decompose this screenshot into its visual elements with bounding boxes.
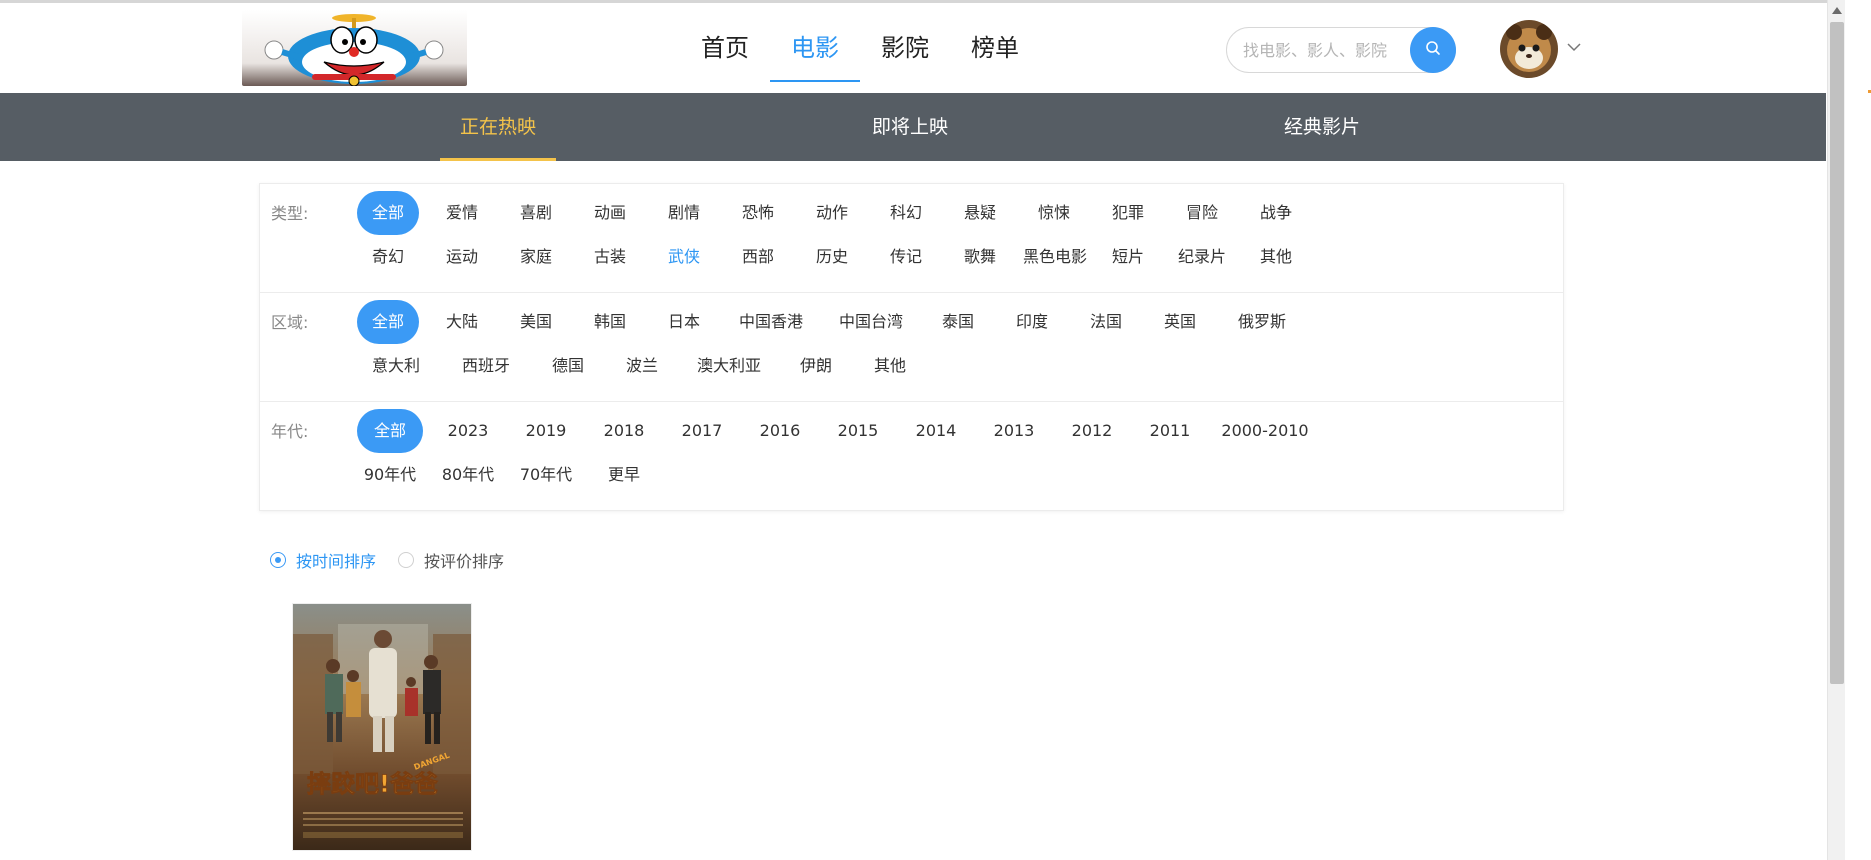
user-avatar[interactable]: [1500, 20, 1558, 78]
filter-tag-type[interactable]: 动作: [801, 191, 863, 235]
radio-unchecked-icon: [398, 552, 415, 568]
radio-checked-icon: [270, 552, 286, 568]
filter-tag-type[interactable]: 歌舞: [949, 235, 1011, 279]
filter-tag-region[interactable]: 西班牙: [447, 344, 525, 388]
filter-row-type: 类型: 全部 爱情 喜剧 动画 剧情 恐怖 动作 科幻 悬疑 惊悚 犯罪 冒险 战争奇幻 运动 家庭 古装 武侠…: [260, 184, 1563, 293]
filter-tag-type[interactable]: 西部: [727, 235, 789, 279]
filter-tag-region[interactable]: 德国: [537, 344, 599, 388]
nav-movies[interactable]: 电影: [770, 3, 860, 93]
filter-tag-type[interactable]: 武侠: [653, 235, 715, 279]
filter-tag-type[interactable]: 悬疑: [949, 191, 1011, 235]
filter-tag-year[interactable]: 2019: [513, 409, 579, 453]
filter-tag-region[interactable]: 意大利: [357, 344, 435, 388]
filter-tag-region[interactable]: 大陆: [431, 300, 493, 344]
nav-cinemas[interactable]: 影院: [860, 3, 950, 93]
filter-tag-type[interactable]: 动画: [579, 191, 641, 235]
filter-tag-region[interactable]: 韩国: [579, 300, 641, 344]
filter-tag-region[interactable]: 其他: [859, 344, 921, 388]
filter-tag-year[interactable]: 2014: [903, 409, 969, 453]
sort-options: 按时间排序 按评价排序: [270, 548, 526, 572]
filter-tag-year[interactable]: 80年代: [435, 453, 501, 497]
filter-tag-region[interactable]: 中国香港: [727, 300, 815, 344]
search-icon: [1425, 40, 1441, 60]
search-box: [1226, 27, 1456, 73]
search-input[interactable]: [1243, 28, 1403, 72]
poster-title: 摔跤吧!爸爸: [307, 770, 438, 798]
filter-label-type: 类型:: [271, 204, 309, 223]
filter-tag-year[interactable]: 2018: [591, 409, 657, 453]
filter-tag-region[interactable]: 伊朗: [785, 344, 847, 388]
page-scrollbar[interactable]: [1827, 0, 1845, 860]
filter-tag-year[interactable]: 70年代: [513, 453, 579, 497]
filter-tag-type[interactable]: 全部: [357, 191, 419, 235]
filter-tag-type[interactable]: 战争: [1245, 191, 1307, 235]
site-header: 首页 电影 影院 榜单: [0, 3, 1827, 93]
main-nav: 首页 电影 影院 榜单: [680, 3, 1040, 93]
filter-tag-year[interactable]: 90年代: [357, 453, 423, 497]
filter-tag-type[interactable]: 历史: [801, 235, 863, 279]
filter-row-region: 区域: 全部 大陆 美国 韩国 日本 中国香港 中国台湾 泰国 印度 法国 英国 俄罗斯意大利 西班牙德…: [260, 293, 1563, 402]
filter-tag-type[interactable]: 运动: [431, 235, 493, 279]
filter-tag-region[interactable]: 波兰: [611, 344, 673, 388]
scrollbar-thumb[interactable]: [1830, 22, 1844, 684]
filter-tag-type[interactable]: 喜剧: [505, 191, 567, 235]
filter-tag-type[interactable]: 科幻: [875, 191, 937, 235]
movie-poster[interactable]: 摔跤吧!爸爸 DANGAL: [292, 603, 472, 851]
movie-subnav: 正在热映 即将上映 经典影片: [0, 93, 1826, 161]
filter-row-year: 年代: 全部 2023 2019 2018 2017 2016 2015 2014 2013 20…: [260, 402, 1563, 510]
filter-tag-type[interactable]: 家庭: [505, 235, 567, 279]
filter-tag-region[interactable]: 俄罗斯: [1223, 300, 1301, 344]
filter-tag-type[interactable]: 冒险: [1171, 191, 1233, 235]
filter-tag-type[interactable]: 其他: [1245, 235, 1307, 279]
filter-tag-year[interactable]: 2017: [669, 409, 735, 453]
filter-tag-region[interactable]: 日本: [653, 300, 715, 344]
filter-tag-type[interactable]: 恐怖: [727, 191, 789, 235]
filter-tag-type[interactable]: 爱情: [431, 191, 493, 235]
filter-tag-year[interactable]: 2011: [1137, 409, 1203, 453]
filter-tag-region[interactable]: 英国: [1149, 300, 1211, 344]
right-edge: [1845, 0, 1871, 860]
filter-label-region: 区域:: [271, 313, 309, 332]
filter-tag-region[interactable]: 法国: [1075, 300, 1137, 344]
scroll-up-icon[interactable]: [1832, 7, 1842, 14]
filter-label-year: 年代:: [271, 422, 309, 441]
tab-classics[interactable]: 经典影片: [1264, 93, 1380, 161]
sort-by-time[interactable]: 按时间排序: [270, 548, 376, 572]
filter-tag-type[interactable]: 传记: [875, 235, 937, 279]
filter-tag-type[interactable]: 短片: [1097, 235, 1159, 279]
filter-tag-year[interactable]: 2016: [747, 409, 813, 453]
filter-tag-region[interactable]: 印度: [1001, 300, 1063, 344]
filter-tag-year[interactable]: 全部: [357, 409, 423, 453]
tab-now-showing[interactable]: 正在热映: [440, 93, 556, 161]
filter-tag-type[interactable]: 黑色电影: [1023, 235, 1087, 279]
filter-tag-region[interactable]: 中国台湾: [827, 300, 915, 344]
filter-tag-region[interactable]: 澳大利亚: [685, 344, 773, 388]
filter-tag-type[interactable]: 古装: [579, 235, 641, 279]
filter-tag-year[interactable]: 2012: [1059, 409, 1125, 453]
sort-by-time-label: 按时间排序: [296, 552, 377, 571]
filter-tag-region[interactable]: 全部: [357, 300, 419, 344]
filter-tag-year[interactable]: 2015: [825, 409, 891, 453]
filter-tag-region[interactable]: 泰国: [927, 300, 989, 344]
filter-tag-year[interactable]: 2013: [981, 409, 1047, 453]
filter-tag-type[interactable]: 犯罪: [1097, 191, 1159, 235]
sort-by-rating[interactable]: 按评价排序: [398, 548, 504, 572]
tab-coming-soon[interactable]: 即将上映: [852, 93, 968, 161]
filter-panel: 类型: 全部 爱情 喜剧 动画 剧情 恐怖 动作 科幻 悬疑 惊悚 犯罪 冒险 战争 奇幻 运动 家庭 古装 武侠…: [259, 183, 1564, 511]
filter-tag-year[interactable]: 2000-2010: [1215, 409, 1315, 453]
filter-tag-type[interactable]: 奇幻: [357, 235, 419, 279]
nav-home[interactable]: 首页: [680, 3, 770, 93]
filter-tag-type[interactable]: 纪录片: [1171, 235, 1233, 279]
chevron-down-icon[interactable]: [1564, 37, 1584, 57]
nav-rankings[interactable]: 榜单: [950, 3, 1040, 93]
search-button[interactable]: [1410, 27, 1456, 73]
filter-tag-year[interactable]: 2023: [435, 409, 501, 453]
filter-tag-type[interactable]: 剧情: [653, 191, 715, 235]
filter-tag-year[interactable]: 更早: [591, 453, 657, 497]
site-logo[interactable]: [242, 10, 467, 86]
filter-tag-type[interactable]: 惊悚: [1023, 191, 1085, 235]
sort-by-rating-label: 按评价排序: [424, 552, 505, 571]
filter-tag-region[interactable]: 美国: [505, 300, 567, 344]
